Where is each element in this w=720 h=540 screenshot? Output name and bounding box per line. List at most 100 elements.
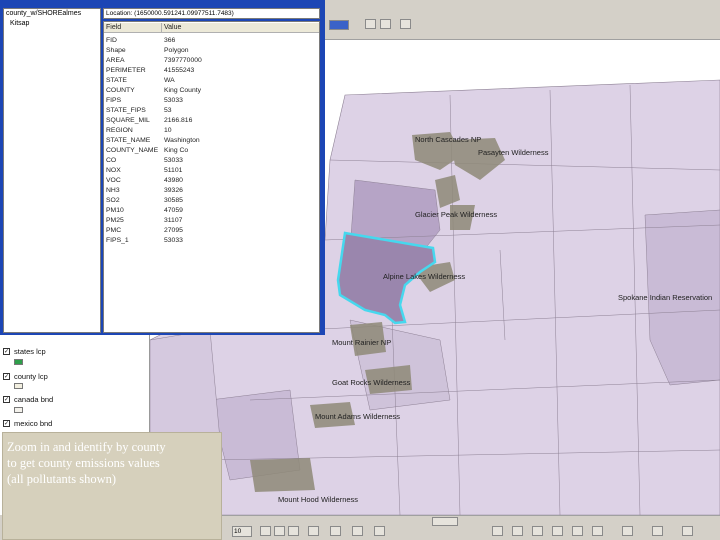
checkbox-checked-icon[interactable]: ✓: [3, 372, 10, 380]
map-label: Mount Rainier NP: [332, 338, 392, 347]
top-toolbar: [325, 12, 720, 49]
tree-subitem[interactable]: Kitsap: [10, 20, 29, 27]
tool-identify-icon[interactable]: [380, 19, 391, 29]
attribute-value: WA: [164, 77, 175, 84]
attribute-value: King Co: [164, 147, 189, 154]
attribute-field: NH3: [106, 187, 120, 194]
map-label: Mount Adams Wilderness: [315, 412, 401, 421]
attribute-field: PM25: [106, 217, 124, 224]
map-label: Pasayten Wilderness: [478, 148, 549, 157]
toc-layer-states[interactable]: ✓ states lcp: [3, 345, 46, 357]
tool-measure-icon[interactable]: [400, 19, 411, 29]
attribute-field: STATE_NAME: [106, 137, 151, 144]
tool-select-icon[interactable]: [365, 19, 376, 29]
map-label: North Cascades NP: [415, 135, 482, 144]
attribute-value: 366: [164, 37, 176, 44]
attribute-value: 31107: [164, 217, 183, 224]
tool-icon[interactable]: [682, 526, 693, 536]
layer-swatch: [14, 407, 23, 413]
attribute-value: King County: [164, 87, 202, 94]
layer-label: canada bnd: [14, 394, 54, 404]
caption-line: to get county emissions values: [7, 456, 160, 470]
map-label: Mount Hood Wilderness: [278, 495, 359, 504]
identify-results-window: county_w/SHOREalmes Kitsap Location: (16…: [0, 0, 325, 335]
attribute-value: Washington: [164, 137, 200, 144]
attribute-value: 53: [164, 107, 172, 114]
attribute-value: 53033: [164, 237, 183, 244]
italic-icon[interactable]: [274, 526, 285, 536]
map-label: Glacier Peak Wilderness: [415, 210, 498, 219]
layer-label: county lcp: [14, 371, 48, 381]
checkbox-checked-icon[interactable]: ✓: [3, 419, 10, 427]
attribute-field: SQUARE_MIL: [106, 117, 150, 124]
tool-icon[interactable]: [622, 526, 633, 536]
attribute-value: 30585: [164, 197, 183, 204]
tool-icon[interactable]: [552, 526, 563, 536]
attribute-value: 39326: [164, 187, 183, 194]
map-label: Alpine Lakes Wilderness: [383, 272, 466, 281]
attribute-value: 27095: [164, 227, 183, 234]
column-header-field[interactable]: Field: [104, 23, 162, 33]
attribute-value: 7397770000: [164, 57, 202, 64]
attribute-field: STATE_FIPS: [106, 107, 146, 114]
column-header-value[interactable]: Value: [162, 23, 319, 33]
attribute-field: Shape: [106, 47, 126, 54]
attribute-field: PERIMETER: [106, 67, 146, 74]
caption-box: Zoom in and identify by county to get co…: [2, 432, 222, 540]
status-panel: [432, 517, 458, 526]
attribute-value: 2166.816: [164, 117, 193, 124]
attribute-value: 10: [164, 127, 172, 134]
layer-swatch: [14, 359, 23, 365]
attribute-value: 41555243: [164, 67, 195, 74]
line-color-icon[interactable]: [352, 526, 363, 536]
tool-icon[interactable]: [592, 526, 603, 536]
toc-layer-mexico[interactable]: ✓ mexico bnd: [3, 417, 52, 429]
tool-icon[interactable]: [652, 526, 663, 536]
font-color-icon[interactable]: [308, 526, 319, 536]
map-label: Spokane Indian Reservation: [618, 293, 713, 302]
attribute-field: STATE: [106, 77, 127, 84]
location-readout: Location: (1650000.591241.09977511.7483): [103, 8, 320, 19]
attribute-field: COUNTY_NAME: [106, 147, 159, 154]
layer-swatch: [14, 383, 23, 389]
checkbox-checked-icon[interactable]: ✓: [3, 395, 10, 403]
attribute-field: VOC: [106, 177, 121, 184]
fill-color-icon[interactable]: [330, 526, 341, 536]
tool-icon[interactable]: [572, 526, 583, 536]
attribute-field: CO: [106, 157, 117, 164]
tool-icon[interactable]: [512, 526, 523, 536]
toc-layer-canada[interactable]: ✓ canada bnd: [3, 393, 53, 405]
attribute-value: 43980: [164, 177, 183, 184]
caption-line: (all pollutants shown): [7, 472, 117, 486]
attribute-field: FIPS_1: [106, 237, 129, 244]
bold-icon[interactable]: [260, 526, 271, 536]
marker-color-icon[interactable]: [374, 526, 385, 536]
map-label: Goat Rocks Wilderness: [332, 378, 411, 387]
attribute-field: AREA: [106, 57, 125, 64]
attribute-field: REGION: [106, 127, 133, 134]
caption-line: Zoom in and identify by county: [7, 440, 166, 454]
attribute-value: 53033: [164, 97, 183, 104]
toc-layer-county[interactable]: ✓ county lcp: [3, 370, 48, 382]
underline-icon[interactable]: [288, 526, 299, 536]
attribute-value: 47059: [164, 207, 183, 214]
attribute-field: PM10: [106, 207, 124, 214]
attribute-field: PMC: [106, 227, 122, 234]
drawing-toolbar: 10: [222, 515, 720, 540]
attribute-table: Field Value FID 366 Shape Polygon AREA 739777…: [103, 21, 320, 333]
checkbox-checked-icon[interactable]: ✓: [3, 347, 10, 355]
layer-label: states lcp: [14, 346, 46, 356]
tool-icon[interactable]: [532, 526, 543, 536]
identify-layer-tree[interactable]: county_w/SHOREalmes Kitsap: [3, 8, 101, 333]
scale-dropdown[interactable]: [329, 20, 349, 30]
layer-label: mexico bnd: [14, 418, 53, 428]
attribute-value: Polygon: [164, 47, 189, 54]
attribute-field: SO2: [106, 197, 120, 204]
attribute-field: NOX: [106, 167, 121, 174]
font-size-select[interactable]: 10: [232, 526, 252, 537]
tool-icon[interactable]: [492, 526, 503, 536]
attribute-field: FIPS: [106, 97, 122, 104]
tree-item[interactable]: county_w/SHOREalmes: [6, 10, 81, 17]
attribute-value: 53033: [164, 157, 183, 164]
attribute-value: 51101: [164, 167, 183, 174]
